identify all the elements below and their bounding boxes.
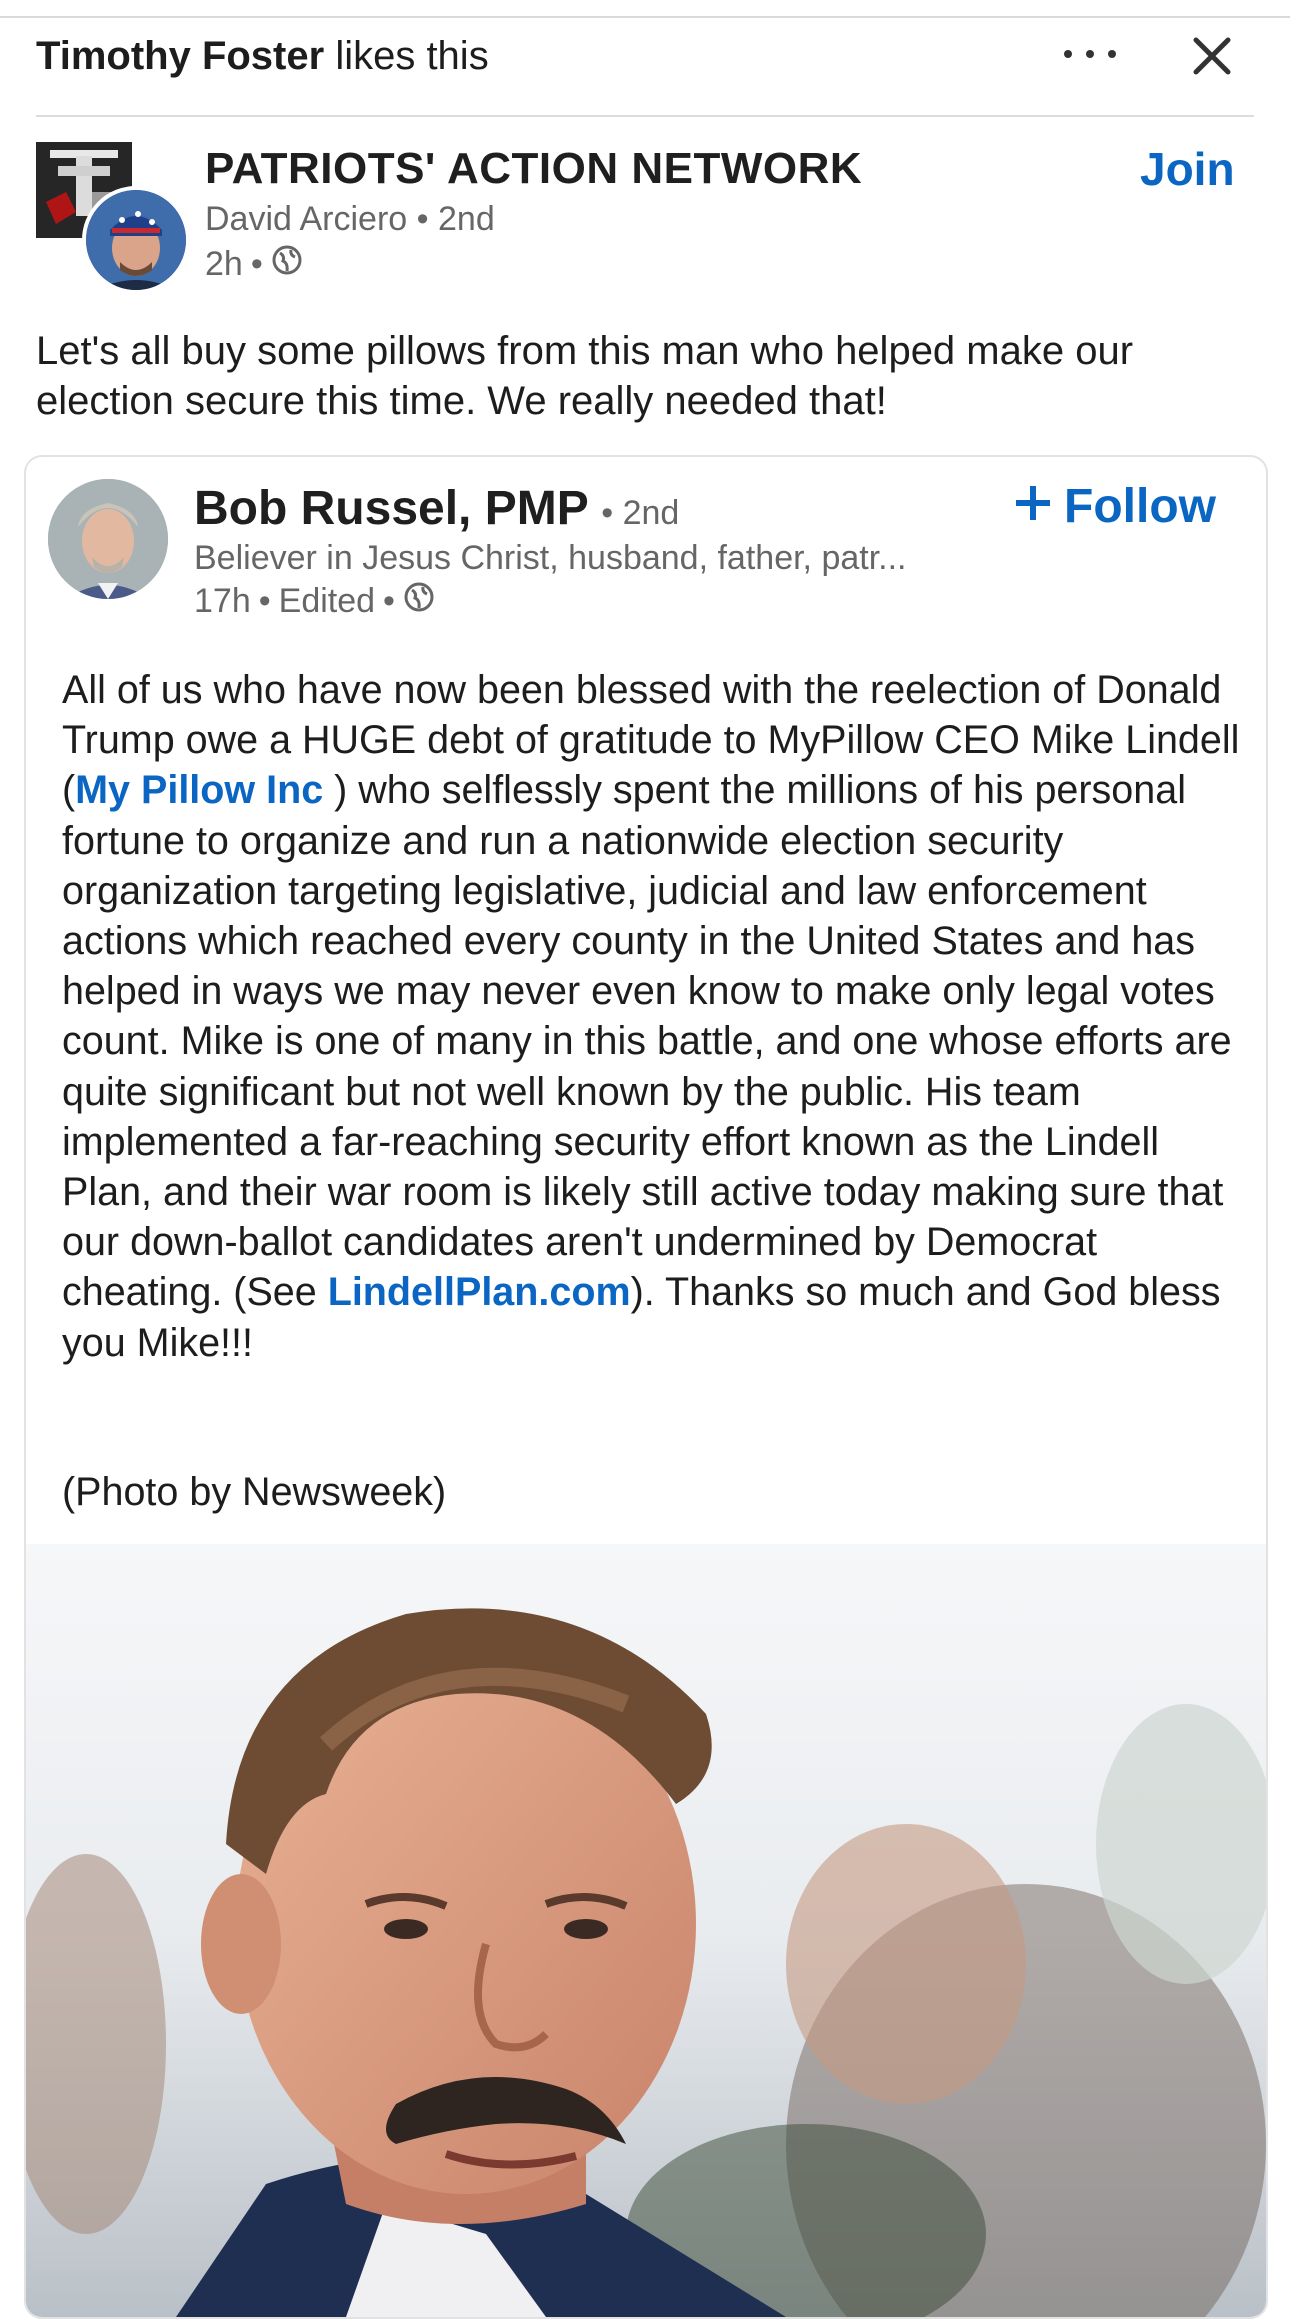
reshared-post-time: 17h • Edited • xyxy=(194,581,435,622)
lindellplan-link[interactable]: LindellPlan.com xyxy=(328,1270,631,1314)
reshared-post-card[interactable]: Bob Russel, PMP • 2nd Believer in Jesus … xyxy=(24,455,1268,2319)
connection-degree: 2nd xyxy=(622,494,680,532)
company-mention-link[interactable]: My Pillow Inc xyxy=(75,768,323,812)
follow-label: Follow xyxy=(1064,480,1216,533)
social-context-text: Timothy Foster likes this xyxy=(36,30,489,82)
context-divider xyxy=(36,115,1254,117)
reshared-author-name[interactable]: Bob Russel, PMP xyxy=(194,482,588,535)
liker-name[interactable]: Timothy Foster xyxy=(36,34,324,78)
globe-icon xyxy=(271,244,303,285)
reshared-author-line: Bob Russel, PMP • 2nd xyxy=(194,481,679,536)
reshared-author-headline: Believer in Jesus Christ, husband, fathe… xyxy=(194,539,907,577)
globe-icon xyxy=(403,581,435,622)
dot-separator: • xyxy=(258,582,271,620)
connection-degree: 2nd xyxy=(438,200,495,238)
more-horizontal-icon[interactable] xyxy=(1058,32,1122,76)
group-author-name[interactable]: David Arciero xyxy=(205,200,407,238)
social-context-bar: Timothy Foster likes this xyxy=(36,26,1254,84)
reshared-post-body: All of us who have now been blessed with… xyxy=(62,665,1252,1368)
follow-button[interactable]: Follow xyxy=(1014,479,1216,534)
group-name[interactable]: PATRIOTS' ACTION NETWORK xyxy=(205,144,862,194)
author-avatar[interactable] xyxy=(82,186,190,294)
post-image[interactable] xyxy=(26,1544,1266,2317)
group-post-time: 2h • xyxy=(205,244,303,285)
dot-separator: • xyxy=(250,245,263,283)
body-text-2: ) who selflessly spent the millions of h… xyxy=(62,768,1232,1315)
dot-separator: • xyxy=(383,582,395,620)
post-timestamp: 17h xyxy=(194,582,251,620)
dot-separator: • xyxy=(601,494,623,532)
edited-label: Edited xyxy=(278,582,376,620)
close-icon[interactable] xyxy=(1186,30,1238,82)
like-action: likes this xyxy=(335,34,489,78)
plus-icon xyxy=(1014,479,1052,534)
top-divider xyxy=(0,16,1290,18)
photo-credit: (Photo by Newsweek) xyxy=(62,1470,447,1514)
reshared-author-avatar[interactable] xyxy=(48,479,168,599)
group-author-line: David Arciero • 2nd xyxy=(205,200,495,239)
post-commentary: Let's all buy some pillows from this man… xyxy=(36,329,1134,423)
join-button[interactable]: Join xyxy=(1140,142,1235,196)
dot-separator: • xyxy=(416,200,439,238)
post-timestamp: 2h xyxy=(205,245,243,283)
